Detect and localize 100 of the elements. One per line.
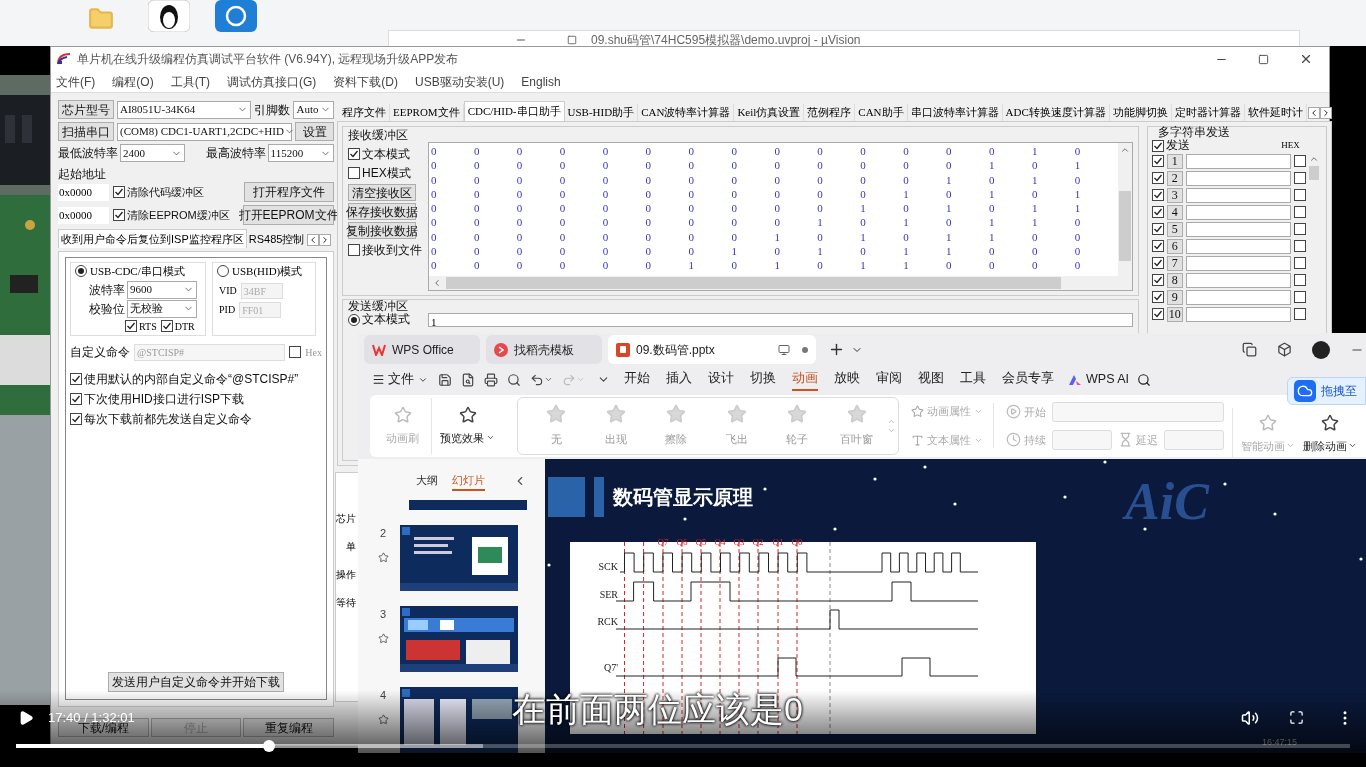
menu-item[interactable]: USB驱动安装(U) — [415, 72, 505, 91]
ribbon-tab[interactable]: 放映 — [834, 368, 860, 391]
ribbon-tab[interactable]: 切换 — [750, 368, 776, 391]
min-baud-dropdown[interactable]: 2400 — [120, 144, 185, 162]
checkbox[interactable] — [1151, 189, 1164, 201]
checkbox[interactable] — [1151, 206, 1164, 218]
buffer-button[interactable]: 清空接收区 — [348, 184, 416, 201]
menu-item[interactable]: 调试仿真接口(G) — [227, 72, 317, 91]
checkbox[interactable] — [1151, 240, 1164, 252]
slide-thumbnail[interactable] — [400, 525, 518, 591]
window-switch-icon[interactable] — [1242, 342, 1257, 358]
fullscreen-icon[interactable] — [1289, 710, 1304, 726]
checkbox[interactable] — [1151, 172, 1164, 184]
checkbox[interactable] — [1293, 308, 1306, 320]
print-icon[interactable] — [484, 372, 498, 387]
send-number-button[interactable]: 3 — [1166, 187, 1183, 203]
checkbox[interactable] — [1151, 155, 1164, 167]
slide-thumbnail[interactable] — [400, 606, 518, 672]
string-field[interactable] — [1185, 306, 1291, 322]
checkbox[interactable] — [1151, 274, 1164, 286]
checkbox[interactable] — [113, 186, 126, 198]
address-field[interactable]: 0x0000 — [58, 183, 110, 201]
string-field[interactable] — [1185, 238, 1291, 254]
checkbox[interactable] — [1293, 240, 1306, 252]
play-icon[interactable] — [18, 709, 34, 726]
scrollbar[interactable] — [1117, 143, 1132, 276]
menu-icon[interactable] — [372, 373, 385, 387]
checkbox[interactable] — [1151, 308, 1164, 320]
cube-icon[interactable] — [1277, 342, 1292, 358]
send-field[interactable]: 1 — [428, 313, 1133, 327]
maximize-icon[interactable] — [1258, 53, 1269, 65]
scan-port-button[interactable]: 扫描串口 — [58, 122, 114, 141]
checkbox[interactable] — [1293, 257, 1306, 269]
document-tab[interactable]: WPS Office — [364, 335, 480, 365]
checkbox[interactable] — [1293, 172, 1306, 184]
send-number-button[interactable]: 1 — [1166, 153, 1183, 169]
panel-tab[interactable]: 大纲 — [416, 471, 438, 491]
checkbox[interactable] — [70, 373, 82, 385]
document-tab[interactable]: 找稻壳模板 — [486, 335, 602, 365]
send-command-button[interactable]: 发送用户自定义命令并开始下载 — [108, 672, 284, 692]
scrollbar[interactable] — [429, 276, 1132, 290]
string-field[interactable] — [1185, 153, 1291, 169]
string-field[interactable] — [1185, 255, 1291, 271]
string-field[interactable] — [1185, 289, 1291, 305]
string-field[interactable] — [1185, 170, 1291, 186]
send-number-button[interactable]: 6 — [1166, 238, 1183, 254]
string-field[interactable] — [1185, 221, 1291, 237]
app-icon[interactable] — [215, 0, 257, 32]
drag-button[interactable]: 拖拽至 — [1287, 377, 1366, 405]
settings-button[interactable]: 设置 — [295, 122, 334, 141]
menu-item[interactable]: 资料下载(D) — [333, 72, 398, 91]
scroll-left-icon[interactable] — [307, 234, 320, 246]
checkbox[interactable] — [1293, 274, 1306, 286]
checkbox[interactable] — [70, 413, 82, 425]
checkbox[interactable] — [1293, 223, 1306, 235]
string-field[interactable] — [1185, 187, 1291, 203]
checkbox[interactable] — [1151, 257, 1164, 269]
send-number-button[interactable]: 2 — [1166, 170, 1183, 186]
document-search-icon[interactable] — [461, 372, 475, 387]
checkbox[interactable] — [1151, 223, 1164, 235]
undo-icon[interactable] — [530, 372, 544, 387]
checkbox[interactable] — [1151, 291, 1164, 303]
checkbox[interactable] — [348, 148, 360, 160]
baud-dropdown[interactable]: 9600 — [127, 280, 197, 299]
search-icon[interactable] — [1137, 372, 1152, 387]
address-field[interactable]: 0x0000 — [58, 206, 110, 224]
checkbox[interactable] — [1293, 189, 1306, 201]
slide-thumbnail[interactable] — [409, 500, 527, 510]
chip-model-button[interactable]: 芯片型号 — [58, 100, 114, 119]
port-dropdown[interactable]: (COM8) CDC1-UART1,2CDC+HID — [117, 122, 292, 141]
scroll-up-icon[interactable] — [1119, 145, 1130, 155]
menu-item[interactable]: 工具(T) — [170, 72, 210, 91]
wps-ai-button[interactable]: WPS AI — [1086, 370, 1130, 390]
ribbon-tab[interactable]: 工具 — [960, 368, 986, 391]
avatar[interactable] — [1312, 340, 1330, 359]
string-field[interactable] — [1185, 272, 1291, 288]
ribbon-tab[interactable]: 视图 — [918, 368, 944, 391]
timing-field[interactable] — [1052, 401, 1224, 422]
max-baud-dropdown[interactable]: 115200 — [267, 144, 334, 162]
radio-button[interactable] — [75, 265, 87, 278]
string-field[interactable] — [1185, 204, 1291, 220]
tab[interactable]: CDC/HID-串口助手 — [463, 101, 565, 121]
radio-button[interactable] — [217, 265, 229, 278]
checkbox[interactable] — [1151, 139, 1164, 152]
chip-dropdown[interactable]: AI8051U-34K64 — [117, 100, 252, 119]
ribbon-tab[interactable]: 审阅 — [876, 368, 902, 391]
document-tab[interactable]: 09.数码管.pptx — [608, 335, 816, 365]
checkbox[interactable] — [1293, 291, 1306, 303]
menu-item[interactable]: 文件(F) — [56, 72, 96, 91]
close-icon[interactable] — [1299, 52, 1313, 66]
ribbon-tab[interactable]: 设计 — [708, 368, 734, 391]
buffer-button[interactable]: 保存接收数据 — [348, 203, 416, 220]
open-file-button[interactable]: 打开程序文件 — [244, 182, 334, 202]
timing-field[interactable] — [1052, 429, 1112, 450]
checkbox[interactable] — [289, 346, 302, 358]
send-number-button[interactable]: 4 — [1166, 204, 1183, 220]
tab[interactable]: 收到用户命令后复位到ISP监控程序区 — [58, 229, 247, 248]
pin-count-dropdown[interactable]: Auto — [293, 100, 334, 119]
checkbox[interactable] — [125, 320, 137, 332]
parity-dropdown[interactable]: 无校验 — [127, 299, 197, 318]
